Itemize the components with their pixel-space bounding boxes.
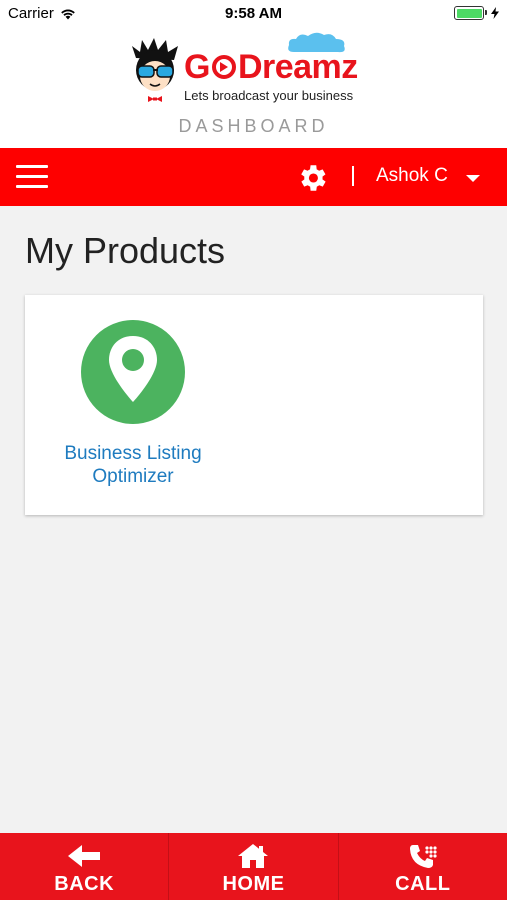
app-header: G Dreamz Lets broadcast your business DA… xyxy=(0,28,507,148)
map-pin-icon xyxy=(109,336,157,402)
back-label: BACK xyxy=(54,873,115,895)
top-navbar: Ashok C xyxy=(0,148,507,206)
back-arrow-icon xyxy=(68,845,101,867)
battery-icon xyxy=(454,6,487,20)
phone-icon xyxy=(409,845,437,868)
call-button[interactable]: CALL xyxy=(339,833,507,900)
page-title: My Products xyxy=(25,230,226,271)
logo-arrow-icon xyxy=(211,55,236,79)
product-label: Business Listing Optimizer xyxy=(64,443,202,487)
home-icon xyxy=(238,844,269,868)
gear-icon[interactable] xyxy=(295,161,329,195)
product-icon-circle xyxy=(81,320,185,424)
navbar-divider xyxy=(352,166,354,186)
logo-wordmark: G Dreamz xyxy=(184,48,358,86)
hamburger-menu-icon[interactable] xyxy=(16,165,48,189)
charging-bolt-icon xyxy=(491,7,499,19)
back-button[interactable]: BACK xyxy=(0,833,170,900)
mascot-icon xyxy=(132,38,178,102)
user-menu-dropdown[interactable]: Ashok C xyxy=(376,165,480,187)
caret-down-icon xyxy=(465,174,480,182)
call-label: CALL xyxy=(395,873,451,895)
user-name: Ashok C xyxy=(376,165,448,186)
product-business-listing-optimizer[interactable]: Business Listing Optimizer xyxy=(55,320,211,488)
products-card: Business Listing Optimizer xyxy=(25,295,483,515)
page-section-title: DASHBOARD xyxy=(178,116,329,136)
logo-tagline: Lets broadcast your business xyxy=(184,88,354,103)
status-bar: Carrier 9:58 AM xyxy=(0,0,507,28)
bottom-bar: BACK HOME CALL xyxy=(0,833,507,900)
godreamz-logo: G Dreamz Lets broadcast your business xyxy=(130,32,380,114)
home-label: HOME xyxy=(222,873,285,895)
status-right xyxy=(454,6,499,20)
home-button[interactable]: HOME xyxy=(169,833,339,900)
status-time: 9:58 AM xyxy=(225,5,282,22)
